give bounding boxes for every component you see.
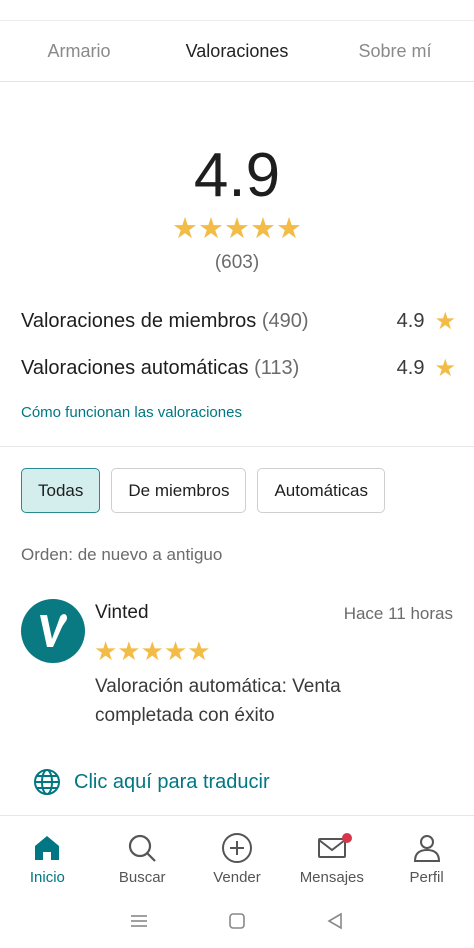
nav-vender[interactable]: Vender	[190, 816, 285, 893]
review-text: Valoración automática: Venta completada …	[95, 676, 341, 726]
star-icon: ★	[434, 307, 456, 335]
divider	[0, 446, 474, 447]
search-icon	[129, 834, 156, 862]
vinted-avatar[interactable]	[21, 599, 85, 663]
translate-label: Clic aquí para traducir	[74, 770, 270, 793]
plus-circle-icon	[221, 833, 252, 863]
reviewer-name[interactable]: Vinted	[95, 602, 149, 624]
nav-label: Mensajes	[299, 869, 364, 886]
star-rating: ★★★★★	[172, 213, 302, 245]
unread-badge	[341, 833, 352, 843]
recent-apps-icon[interactable]	[130, 913, 148, 929]
bottom-navigation: Inicio Buscar Vender Mensajes Perfil	[0, 815, 474, 893]
vinted-logo-icon	[40, 614, 67, 647]
person-icon	[413, 835, 440, 862]
star-rating: ★★★★★	[94, 636, 211, 666]
review-stars: ★★★★★	[94, 637, 211, 665]
filter-de-miembros[interactable]: De miembros	[111, 468, 247, 513]
filter-todas[interactable]: Todas	[21, 468, 101, 513]
nav-perfil[interactable]: Perfil	[379, 816, 474, 893]
sort-order[interactable]: Orden: de nuevo a antiguo	[21, 545, 222, 565]
members-rating-score: 4.9	[396, 309, 425, 332]
profile-tabs: Armario Valoraciones Sobre mí	[0, 20, 474, 82]
members-rating-row: Valoraciones de miembros (490) 4.9 ★	[21, 306, 456, 336]
nav-buscar[interactable]: Buscar	[95, 816, 190, 893]
home-icon	[35, 836, 60, 860]
globe-icon	[34, 769, 60, 795]
overall-count: (603)	[214, 252, 260, 273]
nav-label: Perfil	[409, 869, 444, 886]
nav-mensajes[interactable]: Mensajes	[284, 816, 379, 893]
filter-automaticas[interactable]: Automáticas	[257, 468, 386, 513]
automatic-rating-score: 4.9	[396, 356, 425, 379]
overall-score: 4.9	[193, 141, 281, 210]
translate-link[interactable]: Clic aquí para traducir	[33, 768, 270, 796]
tab-valoraciones[interactable]: Valoraciones	[158, 21, 316, 81]
automatic-rating-count: (113)	[254, 356, 300, 379]
members-rating-label: Valoraciones de miembros	[21, 309, 257, 332]
nav-label: Buscar	[118, 869, 166, 886]
back-icon[interactable]	[326, 912, 344, 930]
system-navigation-bar	[0, 893, 474, 948]
tab-armario[interactable]: Armario	[0, 21, 158, 81]
overall-stars: ★★★★★	[0, 214, 474, 244]
star-icon: ★	[434, 354, 456, 382]
nav-label: Vender	[213, 869, 261, 886]
members-rating-count: (490)	[261, 309, 309, 332]
how-ratings-work-link[interactable]: Cómo funcionan las valoraciones	[21, 404, 242, 421]
automatic-rating-label: Valoraciones automáticas	[21, 356, 249, 379]
review-time: Hace 11 horas	[343, 604, 453, 623]
home-button-icon[interactable]	[228, 912, 246, 930]
filter-chips: Todas De miembros Automáticas	[21, 468, 386, 513]
nav-inicio[interactable]: Inicio	[0, 816, 95, 893]
tab-sobre-mi[interactable]: Sobre mí	[316, 21, 474, 81]
nav-label: Inicio	[29, 869, 65, 886]
automatic-rating-row: Valoraciones automáticas (113) 4.9 ★	[21, 353, 456, 383]
